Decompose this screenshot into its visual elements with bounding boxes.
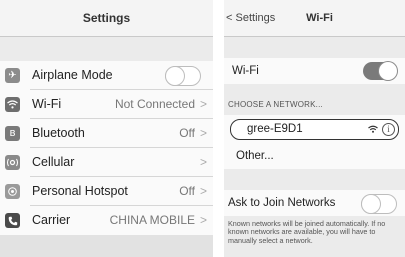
wifi-toggle-label: Wi-Fi: [232, 65, 259, 77]
carrier-label: Carrier: [32, 213, 71, 227]
airplane-mode-row: ✈ Airplane Mode: [0, 61, 213, 90]
hotspot-icon: [5, 184, 20, 199]
ask-to-join-row: Ask to Join Networks: [224, 190, 405, 216]
personal-hotspot-label: Personal Hotspot: [32, 184, 128, 198]
wifi-row[interactable]: Wi-Fi Not Connected >: [0, 90, 213, 119]
chevron-right-icon: >: [199, 155, 207, 169]
cellular-icon: [5, 155, 20, 170]
carrier-value: CHINA MOBILE: [109, 213, 195, 227]
wifi-icon: [5, 97, 20, 112]
wifi-page-title: Wi-Fi: [306, 12, 333, 24]
bluetooth-row[interactable]: ʙ Bluetooth Off >: [0, 119, 213, 148]
chevron-right-icon: >: [199, 126, 207, 140]
carrier-row[interactable]: Carrier CHINA MOBILE >: [0, 206, 213, 235]
choose-network-header: CHOOSE A NETWORK...: [228, 100, 323, 109]
settings-panel: Settings ✈ Airplane Mode Wi-Fi Not Conne…: [0, 0, 213, 257]
ask-to-join-footer: Known networks will be joined automatica…: [228, 219, 386, 245]
airplane-mode-label: Airplane Mode: [32, 68, 113, 82]
wifi-nav-bar: < Settings Wi-Fi: [224, 0, 405, 37]
chevron-right-icon: >: [199, 213, 207, 227]
ask-to-join-toggle[interactable]: [361, 194, 397, 214]
wifi-panel: < Settings Wi-Fi Wi-Fi CHOOSE A NETWORK.…: [224, 0, 405, 257]
wifi-toggle[interactable]: [363, 62, 397, 80]
bluetooth-status: Off: [179, 126, 195, 140]
wifi-toggle-row: Wi-Fi: [224, 58, 405, 84]
settings-nav-bar: Settings: [0, 0, 213, 37]
personal-hotspot-row[interactable]: Personal Hotspot Off >: [0, 177, 213, 206]
wifi-signal-icon: [368, 120, 378, 139]
personal-hotspot-status: Off: [179, 184, 195, 198]
wifi-status: Not Connected: [114, 97, 195, 111]
network-row[interactable]: gree-E9D1 i: [230, 119, 399, 140]
other-network-row[interactable]: Other...: [224, 143, 405, 169]
network-name: gree-E9D1: [247, 123, 303, 135]
ask-to-join-label: Ask to Join Networks: [228, 197, 336, 209]
chevron-right-icon: >: [199, 97, 207, 111]
settings-title: Settings: [82, 11, 131, 25]
cellular-label: Cellular: [32, 155, 75, 169]
bluetooth-label: Bluetooth: [32, 126, 85, 140]
bluetooth-icon: ʙ: [5, 126, 20, 141]
network-list: gree-E9D1 i: [224, 115, 405, 143]
info-icon[interactable]: i: [382, 123, 395, 136]
airplane-icon: ✈: [5, 68, 20, 83]
bottom-spacer: [0, 235, 213, 257]
wifi-label: Wi-Fi: [32, 97, 62, 111]
chevron-right-icon: >: [199, 184, 207, 198]
phone-icon: [5, 213, 20, 228]
cellular-row[interactable]: Cellular >: [0, 148, 213, 177]
other-label: Other...: [236, 150, 274, 162]
chevron-left-icon: <: [226, 12, 233, 24]
airplane-mode-toggle[interactable]: [165, 66, 201, 86]
